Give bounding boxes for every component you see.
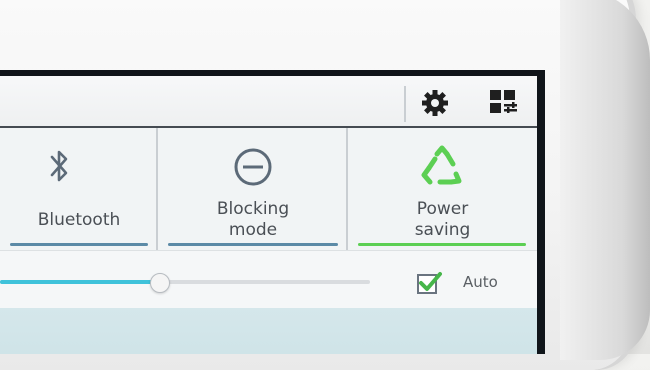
toggle-label: Bluetooth [37,210,121,230]
toggle-label: Blocking mode [216,199,290,240]
minus-circle-icon [234,148,272,186]
notification-area [0,308,537,354]
grid-edit-icon[interactable] [488,86,520,118]
auto-brightness-checkbox[interactable] [416,271,442,295]
brightness-slider-thumb[interactable] [150,273,170,293]
toggle-indicator-bar [168,243,338,246]
panel-top-bar [0,76,537,126]
brightness-row: Auto [0,250,537,309]
screen: Bluetooth Blocking mode Power saving Aut… [0,70,545,354]
toggle-power-saving[interactable]: Power saving [348,128,537,252]
top-divider [404,86,406,122]
quick-toggles-row: Bluetooth Blocking mode Power saving [0,126,537,252]
toggle-indicator-bar [10,243,148,246]
toggle-indicator-bar [358,243,526,246]
toggle-bluetooth[interactable]: Bluetooth [0,128,158,252]
bluetooth-icon [50,150,68,182]
auto-brightness-label: Auto [463,273,498,291]
toggle-label: Power saving [414,199,471,240]
gear-icon[interactable] [420,88,450,118]
quick-settings-panel: Bluetooth Blocking mode Power saving Aut… [0,76,537,354]
device-edge [560,0,650,360]
toggle-blocking-mode[interactable]: Blocking mode [158,128,348,252]
recycle-icon [421,145,462,185]
brightness-fill [0,280,159,284]
